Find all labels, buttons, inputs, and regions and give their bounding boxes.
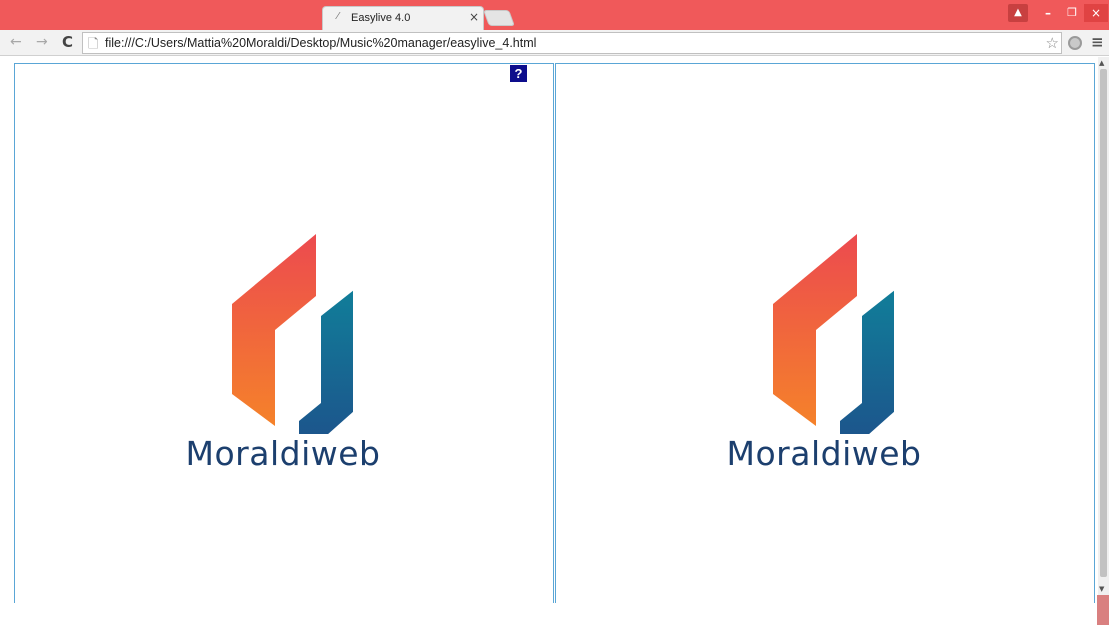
address-bar[interactable]: 🗋 file:///C:/Users/Mattia%20Moraldi/Desk…	[82, 32, 1062, 54]
maximize-button[interactable]: ❐	[1062, 4, 1082, 22]
scroll-thumb[interactable]	[1100, 69, 1107, 577]
bookmark-star-icon[interactable]: ☆	[1046, 34, 1059, 52]
tab-title: Easylive 4.0	[351, 12, 411, 24]
left-panel: ? Moraldiweb	[14, 63, 554, 603]
page-content: ? Moraldiweb Moraldiweb ▲ ▼	[0, 57, 1109, 625]
scroll-down-icon[interactable]: ▼	[1099, 585, 1104, 593]
scroll-up-icon[interactable]: ▲	[1099, 59, 1104, 67]
extension-icon[interactable]	[1068, 36, 1082, 50]
user-profile-icon[interactable]: ▲	[1008, 4, 1028, 22]
close-window-button[interactable]: ×	[1084, 4, 1108, 22]
forward-button[interactable]: →	[36, 34, 48, 50]
logo-mark-icon	[773, 234, 894, 434]
window-titlebar: ⁄ Easylive 4.0 × ▲ – ❐ ×	[0, 0, 1109, 30]
logo-wordmark: Moraldiweb	[726, 434, 922, 473]
menu-icon[interactable]: ≡	[1091, 33, 1104, 51]
logo-wordmark: Moraldiweb	[185, 434, 381, 473]
right-panel: Moraldiweb	[555, 63, 1095, 603]
new-tab-button[interactable]	[483, 10, 515, 26]
reload-button[interactable]: C	[62, 33, 73, 51]
minimize-button[interactable]: –	[1038, 4, 1058, 22]
corner-widget	[1097, 595, 1109, 625]
moraldiweb-logo: Moraldiweb	[173, 234, 393, 484]
page-icon: ⁄	[337, 11, 339, 22]
logo-mark-icon	[232, 234, 353, 434]
moraldiweb-logo: Moraldiweb	[714, 234, 934, 484]
back-button[interactable]: ←	[10, 34, 22, 50]
browser-toolbar: ← → C 🗋 file:///C:/Users/Mattia%20Morald…	[0, 30, 1109, 56]
help-button[interactable]: ?	[510, 65, 527, 82]
url-text[interactable]: file:///C:/Users/Mattia%20Moraldi/Deskto…	[105, 36, 536, 50]
tab-close-icon[interactable]: ×	[469, 10, 479, 24]
file-page-icon: 🗋	[88, 37, 99, 52]
vertical-scrollbar[interactable]: ▲ ▼	[1098, 57, 1109, 597]
browser-tab[interactable]: ⁄ Easylive 4.0 ×	[322, 6, 484, 30]
